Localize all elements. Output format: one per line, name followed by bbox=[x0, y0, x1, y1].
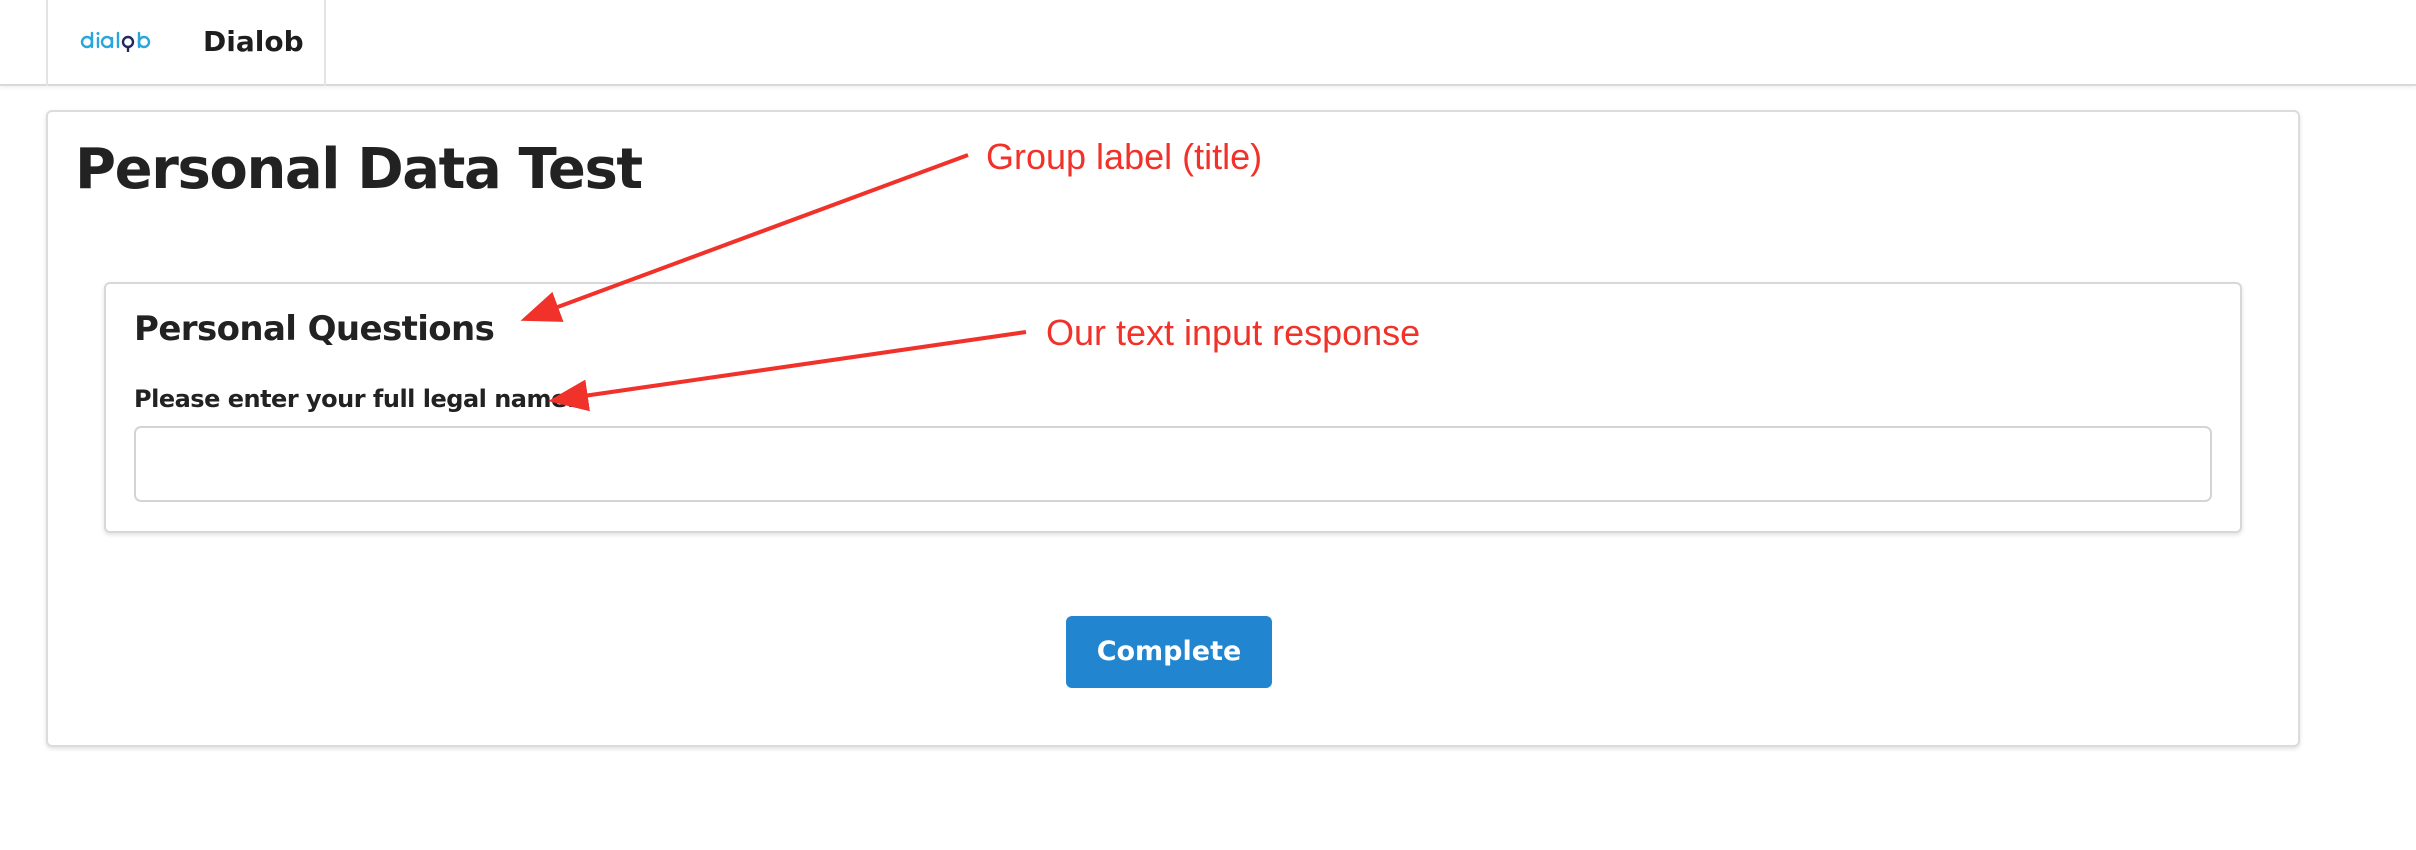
app-name: Dialob bbox=[203, 25, 304, 58]
top-menu-bar: Dialob bbox=[0, 0, 2416, 86]
complete-button[interactable]: Complete bbox=[1066, 616, 1272, 688]
dialob-logo bbox=[80, 31, 151, 52]
group-title: Personal Questions bbox=[134, 309, 495, 349]
group-label-annotation: Group label (title) bbox=[986, 136, 1263, 177]
question-label: Please enter your full legal name. bbox=[134, 385, 576, 413]
text-input-annotation: Our text input response bbox=[1046, 312, 1421, 353]
page-title: Personal Data Test bbox=[75, 137, 643, 202]
full-name-input[interactable] bbox=[134, 426, 2212, 502]
brand-menu-item[interactable]: Dialob bbox=[46, 0, 326, 86]
